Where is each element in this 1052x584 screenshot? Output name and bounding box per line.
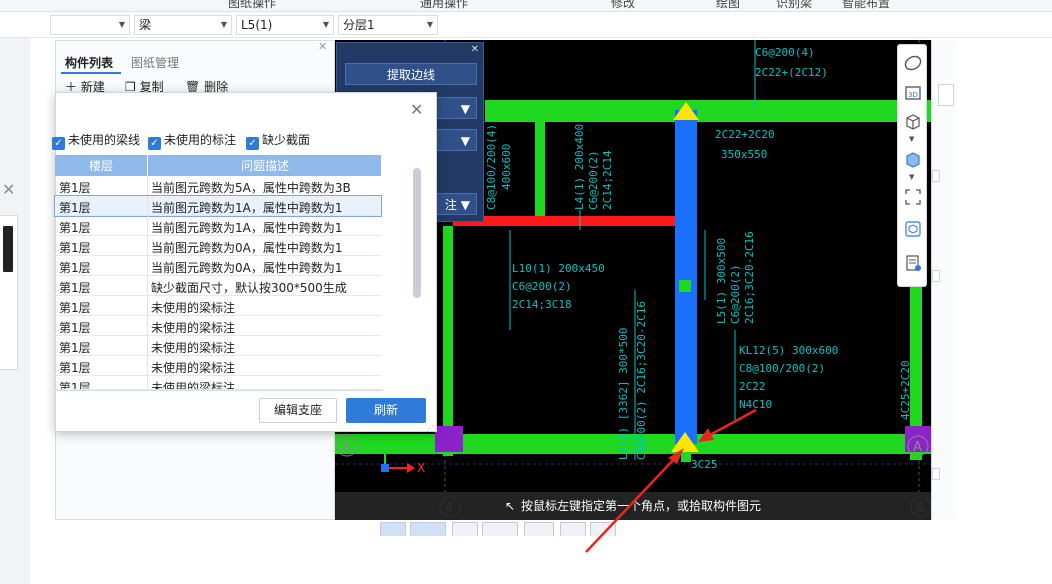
annotation-arrow-line [585, 455, 678, 553]
annotation-arrow-line [707, 408, 757, 438]
annotation-overlay [585, 408, 757, 553]
